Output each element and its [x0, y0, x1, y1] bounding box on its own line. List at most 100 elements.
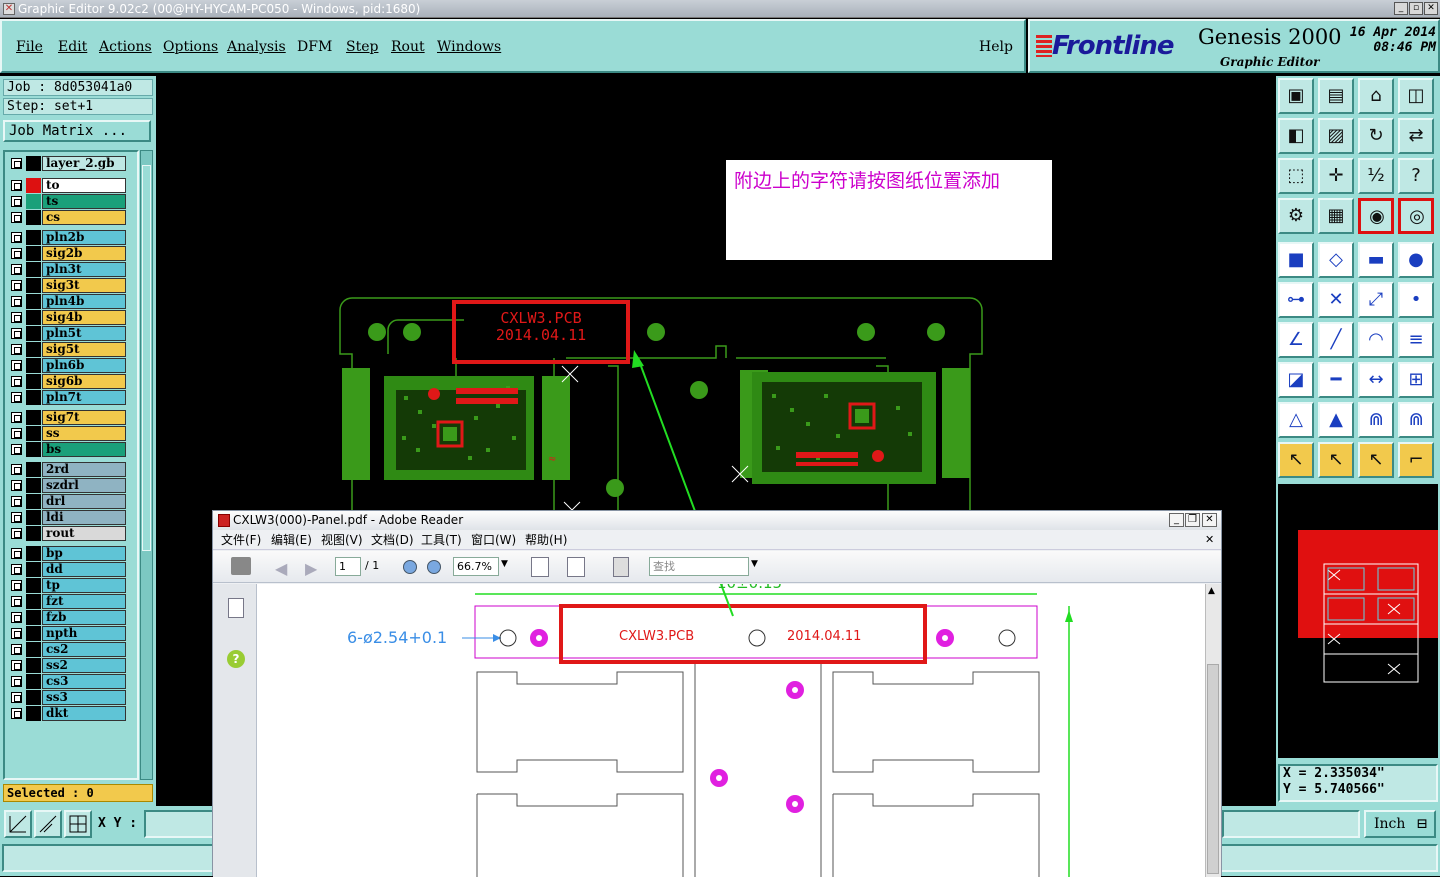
fit-page-icon[interactable] [567, 557, 585, 577]
copy-icon[interactable]: ◪ [1278, 362, 1314, 398]
layer-row[interactable]: cs2 [9, 642, 137, 657]
layer-checkbox[interactable] [11, 512, 22, 523]
layer-color-swatch[interactable] [26, 578, 41, 593]
layer-checkbox[interactable] [11, 280, 22, 291]
pdf-vertical-scrollbar[interactable]: ▲ [1205, 584, 1221, 877]
search-input[interactable]: 查找 [649, 557, 749, 576]
layer-name[interactable]: npth [42, 626, 126, 641]
layer-row[interactable]: to [9, 178, 137, 193]
layer-checkbox[interactable] [11, 676, 22, 687]
fit-width-icon[interactable] [531, 557, 549, 577]
layer-name[interactable]: cs2 [42, 642, 126, 657]
layer-color-swatch[interactable] [26, 674, 41, 689]
layer-checkbox[interactable] [11, 444, 22, 455]
maximize-button[interactable]: ▫ [1409, 2, 1423, 15]
layer-checkbox[interactable] [11, 344, 22, 355]
layer-color-swatch[interactable] [26, 510, 41, 525]
next-page-icon[interactable]: ▶ [305, 559, 317, 578]
layer-name[interactable]: pln6b [42, 358, 126, 373]
layer-name[interactable]: sig7t [42, 410, 126, 425]
layer-row[interactable]: pln7t [9, 390, 137, 405]
angle-icon[interactable]: ∠ [1278, 322, 1314, 358]
command-input[interactable] [1222, 810, 1360, 838]
layer-color-swatch[interactable] [26, 326, 41, 341]
layer-checkbox[interactable] [11, 564, 22, 575]
snap-icon[interactable]: ■ [1278, 242, 1314, 278]
layer-checkbox[interactable] [11, 360, 22, 371]
layer-color-swatch[interactable] [26, 626, 41, 641]
layer-row[interactable]: fzt [9, 594, 137, 609]
snap-grid-icon[interactable] [64, 810, 92, 838]
scale-1-2-icon[interactable]: ½ [1358, 158, 1394, 194]
layer-name[interactable]: bp [42, 546, 126, 561]
pdf-menu-document[interactable]: 文档(D) [371, 530, 414, 550]
layer-name[interactable]: sig5t [42, 342, 126, 357]
layer-name[interactable]: fzb [42, 610, 126, 625]
layer-row[interactable]: ldi [9, 510, 137, 525]
layer-color-swatch[interactable] [26, 410, 41, 425]
layer-checkbox[interactable] [11, 660, 22, 671]
layer-checkbox[interactable] [11, 212, 22, 223]
layer-color-swatch[interactable] [26, 178, 41, 193]
menu-windows[interactable]: Windows [437, 39, 501, 55]
minus-icon[interactable]: ━ [1318, 362, 1354, 398]
search-dropdown-icon[interactable]: ▼ [751, 559, 758, 569]
connect-icon[interactable]: ⊶ [1278, 282, 1314, 318]
layer-checkbox[interactable] [11, 596, 22, 607]
mirror-icon[interactable]: ⇄ [1398, 118, 1434, 154]
route-icon[interactable]: ⌐ [1398, 442, 1434, 478]
help-icon[interactable]: ? [227, 650, 245, 668]
layer-name[interactable]: fzt [42, 594, 126, 609]
layer-list-scrollbar[interactable] [140, 150, 153, 780]
layer-name[interactable]: ts [42, 194, 126, 209]
pad-icon[interactable]: ● [1398, 242, 1434, 278]
layer-color-swatch[interactable] [26, 156, 41, 171]
layer-row[interactable]: cs [9, 210, 137, 225]
layer-color-swatch[interactable] [26, 426, 41, 441]
layer-row[interactable]: fzb [9, 610, 137, 625]
layer-color-swatch[interactable] [26, 462, 41, 477]
pdf-menu-tools[interactable]: 工具(T) [421, 530, 462, 550]
menu-dfm[interactable]: DFM [297, 39, 332, 55]
pdf-menu-file[interactable]: 文件(F) [221, 530, 261, 550]
layer-checkbox[interactable] [11, 464, 22, 475]
layer-color-swatch[interactable] [26, 562, 41, 577]
menu-actions[interactable]: Actions [99, 39, 152, 55]
layer-row[interactable]: szdrl [9, 478, 137, 493]
layer-row[interactable]: sig2b [9, 246, 137, 261]
menu-rout[interactable]: Rout [391, 39, 425, 55]
layer-name[interactable]: bs [42, 442, 126, 457]
layer-name[interactable]: 2rd [42, 462, 126, 477]
layer-row[interactable]: layer_2.gb [9, 156, 137, 171]
layer-row[interactable]: tp [9, 578, 137, 593]
layer-name[interactable]: cs3 [42, 674, 126, 689]
layer-checkbox[interactable] [11, 296, 22, 307]
layer-color-swatch[interactable] [26, 294, 41, 309]
layer-name[interactable]: dkt [42, 706, 126, 721]
layer-name[interactable]: pln4b [42, 294, 126, 309]
zoom-in-icon[interactable] [427, 560, 441, 574]
prev-page-icon[interactable]: ◀ [275, 559, 287, 578]
layer-stack-icon[interactable]: ◉ [1358, 198, 1394, 234]
layer-checkbox[interactable] [11, 628, 22, 639]
layer-checkbox[interactable] [11, 496, 22, 507]
layer-row[interactable]: ss2 [9, 658, 137, 673]
page-layout-icon[interactable] [613, 557, 629, 577]
layer-color-swatch[interactable] [26, 690, 41, 705]
layer-color-swatch[interactable] [26, 658, 41, 673]
layer-color-swatch[interactable] [26, 706, 41, 721]
layer-row[interactable]: bs [9, 442, 137, 457]
layer-name[interactable]: pln7t [42, 390, 126, 405]
layer-checkbox[interactable] [11, 376, 22, 387]
layer-color-swatch[interactable] [26, 246, 41, 261]
layer-row[interactable]: pln4b [9, 294, 137, 309]
pages-icon[interactable] [228, 598, 244, 618]
layer-row[interactable]: npth [9, 626, 137, 641]
filter-icon[interactable]: ⚙ [1278, 198, 1314, 234]
line-icon[interactable]: ⤢ [1358, 282, 1394, 318]
layer-checkbox[interactable] [11, 248, 22, 259]
layer-row[interactable]: sig6b [9, 374, 137, 389]
zoom-input[interactable]: 66.7% [453, 557, 499, 576]
grid-icon[interactable]: ▦ [1318, 198, 1354, 234]
pdf-menu-edit[interactable]: 编辑(E) [271, 530, 312, 550]
